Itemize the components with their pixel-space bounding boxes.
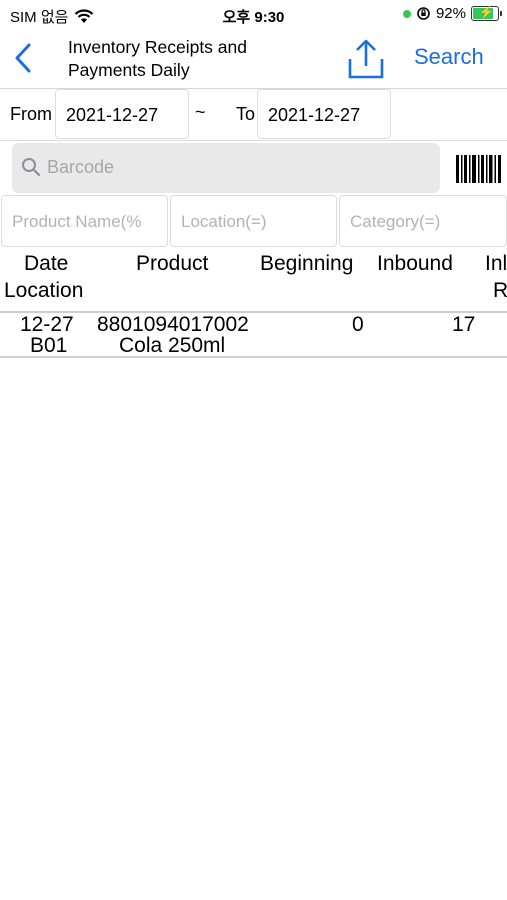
header-product: Product	[136, 252, 209, 275]
battery-percent: 92%	[435, 5, 466, 22]
column-filter-row: Product Name(% Location(=) Category(=)	[0, 195, 507, 249]
row-location: B01	[30, 334, 68, 357]
barcode-placeholder: Barcode	[47, 157, 115, 177]
barcode-icon[interactable]	[455, 153, 503, 185]
orientation-lock-icon	[417, 7, 430, 20]
barcode-search-row: Barcode	[0, 140, 507, 196]
search-icon	[22, 158, 41, 177]
location-filter[interactable]: Location(=)	[170, 195, 337, 247]
row-product-name: Cola 250ml	[119, 334, 226, 357]
to-date-field[interactable]: 2021-12-27	[257, 89, 391, 139]
page-title: Inventory Receipts and Payments Daily	[68, 36, 338, 82]
charging-bolt-icon: ⚡	[479, 5, 494, 19]
status-right: 92% ⚡	[402, 5, 502, 22]
navigation-bar: Inventory Receipts and Payments Daily Se…	[0, 30, 507, 89]
date-range-separator: ~	[195, 102, 206, 122]
status-bar: SIM 없음 오후 9:30 92% ⚡	[0, 0, 507, 30]
mic-indicator-icon	[402, 9, 411, 18]
header-beginning: Beginning	[260, 252, 354, 275]
battery-icon: ⚡	[471, 5, 502, 21]
header-location: Location	[4, 279, 84, 302]
share-icon[interactable]	[346, 38, 386, 80]
row-inbound: 17	[452, 313, 476, 336]
product-name-filter[interactable]: Product Name(%	[1, 195, 168, 247]
table-header: Date Location Product Beginning Inbound …	[0, 250, 507, 313]
header-inbound-return-partial: Inl	[485, 252, 507, 275]
page-title-line-2: Payments Daily	[68, 60, 190, 80]
from-label: From	[10, 104, 52, 124]
header-date: Date	[24, 252, 69, 275]
date-range-filter: From 2021-12-27 ~ To 2021-12-27	[0, 88, 507, 140]
search-button[interactable]: Search	[414, 44, 484, 70]
barcode-input[interactable]: Barcode	[12, 143, 440, 193]
back-chevron-icon[interactable]	[8, 40, 40, 76]
header-inbound: Inbound	[377, 252, 453, 275]
to-label: To	[236, 104, 256, 124]
table-row[interactable]: 12-27 B01 8801094017002 Cola 250ml 0 17	[0, 312, 507, 358]
row-beginning: 0	[352, 313, 364, 336]
from-date-field[interactable]: 2021-12-27	[55, 89, 189, 139]
page-title-line-1: Inventory Receipts and	[68, 37, 247, 57]
header-inbound-return-partial-2: R	[493, 279, 507, 302]
category-filter[interactable]: Category(=)	[339, 195, 507, 247]
